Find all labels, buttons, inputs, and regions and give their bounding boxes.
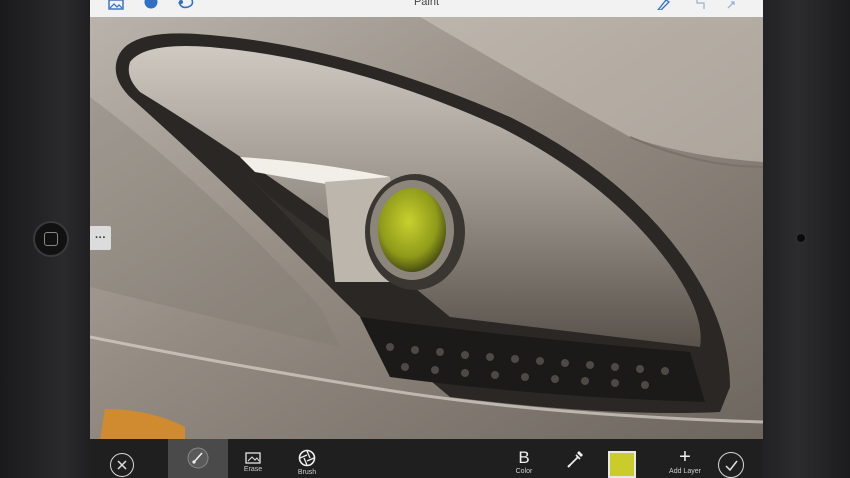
brush-icon bbox=[298, 449, 316, 467]
erase-tool[interactable]: Erase bbox=[238, 439, 268, 478]
app-screen: Paint ··· Erase Brush B Color + Add Laye… bbox=[90, 0, 763, 478]
expand-icon[interactable] bbox=[726, 0, 740, 10]
drawing-canvas[interactable] bbox=[90, 17, 763, 439]
undo-icon[interactable] bbox=[693, 0, 707, 10]
paint-brush-tool[interactable] bbox=[184, 439, 212, 478]
eyedropper-tool[interactable] bbox=[564, 439, 588, 478]
add-layer-label: Add Layer bbox=[669, 468, 701, 475]
paint-brush-icon bbox=[187, 447, 209, 469]
cancel-button[interactable] bbox=[110, 453, 134, 477]
bottom-toolbar: Erase Brush B Color + Add Layer bbox=[90, 439, 763, 478]
add-layer-icon: + bbox=[679, 446, 691, 468]
erase-icon bbox=[245, 452, 261, 464]
color-label: Color bbox=[515, 468, 533, 475]
color-tool[interactable]: B Color bbox=[510, 439, 538, 478]
erase-label: Erase bbox=[243, 466, 263, 473]
color-swatch[interactable] bbox=[608, 451, 636, 478]
top-toolbar: Paint bbox=[90, 0, 763, 17]
done-icon bbox=[724, 460, 738, 471]
brush-label: Brush bbox=[297, 469, 317, 476]
home-button[interactable] bbox=[33, 221, 69, 257]
color-letter: B bbox=[518, 448, 530, 467]
brush-tool[interactable]: Brush bbox=[292, 439, 322, 478]
home-square-icon bbox=[44, 232, 58, 246]
done-button[interactable] bbox=[718, 452, 744, 478]
front-camera bbox=[796, 233, 806, 243]
device-bezel-right bbox=[763, 0, 850, 478]
cancel-icon bbox=[117, 460, 127, 470]
eyedropper-icon bbox=[567, 451, 583, 468]
pen-icon[interactable] bbox=[656, 0, 670, 10]
canvas-more-button[interactable]: ··· bbox=[90, 226, 111, 250]
add-layer-button[interactable]: + Add Layer bbox=[665, 439, 705, 478]
